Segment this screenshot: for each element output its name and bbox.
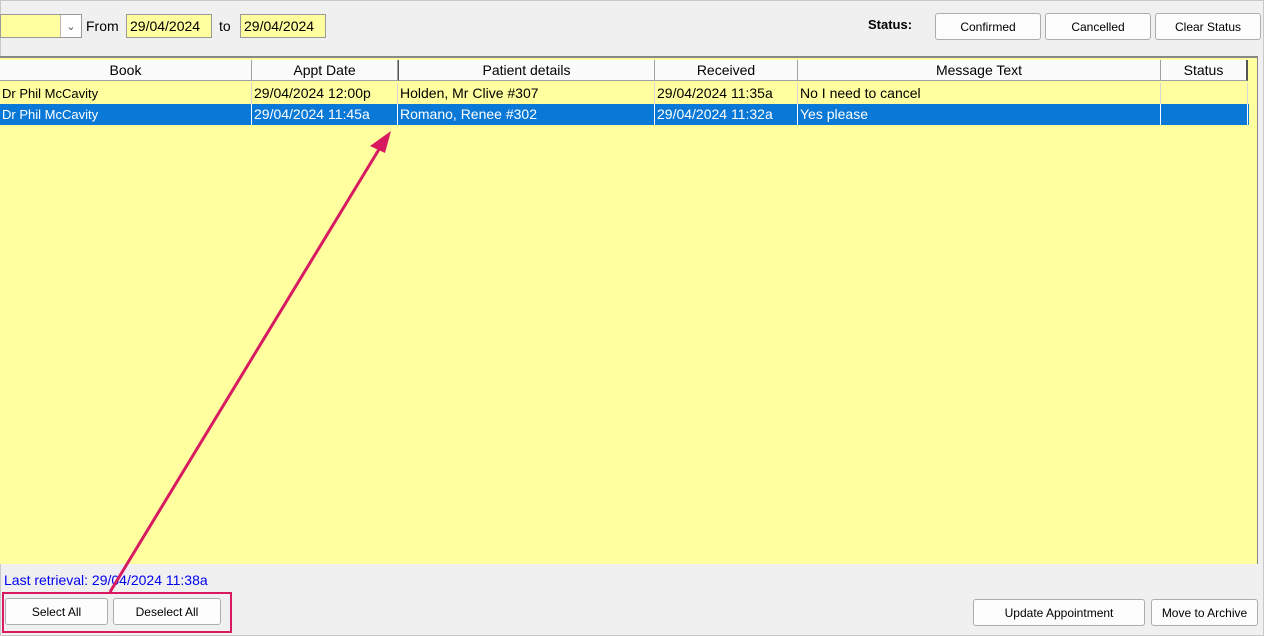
cell-received: 29/04/2024 11:35a <box>655 83 798 104</box>
move-to-archive-button[interactable]: Move to Archive <box>1151 599 1258 626</box>
grid-right-edge <box>1249 81 1257 564</box>
cell-appt-date: 29/04/2024 12:00p <box>252 83 398 104</box>
cell-patient-details: Romano, Renee #302 <box>398 104 655 125</box>
filter-dropdown[interactable]: ⌄ <box>0 14 82 38</box>
column-header-patient-details[interactable]: Patient details <box>398 60 655 81</box>
from-date-field[interactable]: 29/04/2024 <box>126 14 212 38</box>
cell-book: Dr Phil McCavity <box>0 104 252 125</box>
column-header-book[interactable]: Book <box>0 60 252 81</box>
cell-message-text: Yes please <box>798 104 1161 125</box>
table-row[interactable]: Dr Phil McCavity 29/04/2024 12:00p Holde… <box>0 83 1256 104</box>
from-label: From <box>86 18 119 34</box>
cell-appt-date: 29/04/2024 11:45a <box>252 104 398 125</box>
cancelled-button[interactable]: Cancelled <box>1045 13 1151 40</box>
column-header-status[interactable]: Status <box>1161 60 1248 81</box>
cell-received: 29/04/2024 11:32a <box>655 104 798 125</box>
cell-status <box>1161 104 1248 125</box>
to-label: to <box>219 18 231 34</box>
to-date-field[interactable]: 29/04/2024 <box>240 14 326 38</box>
column-header-appt-date[interactable]: Appt Date <box>252 60 398 81</box>
confirmed-button[interactable]: Confirmed <box>935 13 1041 40</box>
column-header-message-text[interactable]: Message Text <box>798 60 1161 81</box>
cell-patient-details: Holden, Mr Clive #307 <box>398 83 655 104</box>
cell-message-text: No I need to cancel <box>798 83 1161 104</box>
table-row-selected[interactable]: Dr Phil McCavity 29/04/2024 11:45a Roman… <box>0 104 1256 125</box>
column-header-received[interactable]: Received <box>655 60 798 81</box>
annotation-highlight-box <box>2 592 232 633</box>
last-retrieval-text: Last retrieval: 29/04/2024 11:38a <box>4 572 208 588</box>
cell-book: Dr Phil McCavity <box>0 83 252 104</box>
clear-status-button[interactable]: Clear Status <box>1155 13 1261 40</box>
status-label: Status: <box>868 17 913 32</box>
messages-grid[interactable]: Book Appt Date Patient details Received … <box>0 56 1258 564</box>
update-appointment-button[interactable]: Update Appointment <box>973 599 1145 626</box>
cell-status <box>1161 83 1248 104</box>
chevron-down-icon[interactable]: ⌄ <box>60 15 81 37</box>
